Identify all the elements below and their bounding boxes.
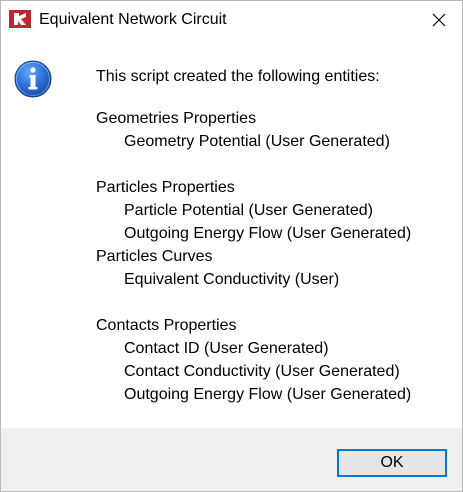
entity-item: Contact ID (User Generated)	[124, 340, 329, 357]
message-intro: This script created the following entiti…	[96, 68, 380, 85]
group-heading-contacts: Contacts Properties	[96, 317, 237, 334]
close-icon	[432, 13, 446, 26]
button-bar: OK	[1, 428, 462, 491]
group-heading-geometries: Geometries Properties	[96, 110, 257, 127]
entity-item: Equivalent Conductivity (User)	[124, 271, 340, 288]
title-bar: Equivalent Network Circuit	[1, 1, 462, 38]
message-dialog: Equivalent Network Circuit This script c…	[0, 0, 463, 492]
entity-item: Outgoing Energy Flow (User Generated)	[124, 225, 412, 242]
group-heading-particles-properties: Particles Properties	[96, 179, 235, 196]
window-title: Equivalent Network Circuit	[39, 11, 227, 28]
entity-item: Outgoing Energy Flow (User Generated)	[124, 386, 412, 403]
message-content: This script created the following entiti…	[96, 65, 452, 406]
group-heading-particles-curves: Particles Curves	[96, 248, 213, 265]
entity-item: Particle Potential (User Generated)	[124, 202, 373, 219]
close-button[interactable]	[416, 1, 462, 38]
entity-item: Geometry Potential (User Generated)	[124, 133, 390, 150]
information-icon	[14, 60, 52, 98]
ok-button[interactable]: OK	[337, 449, 447, 477]
entity-item: Contact Conductivity (User Generated)	[124, 363, 400, 380]
app-logo-icon	[9, 10, 31, 28]
